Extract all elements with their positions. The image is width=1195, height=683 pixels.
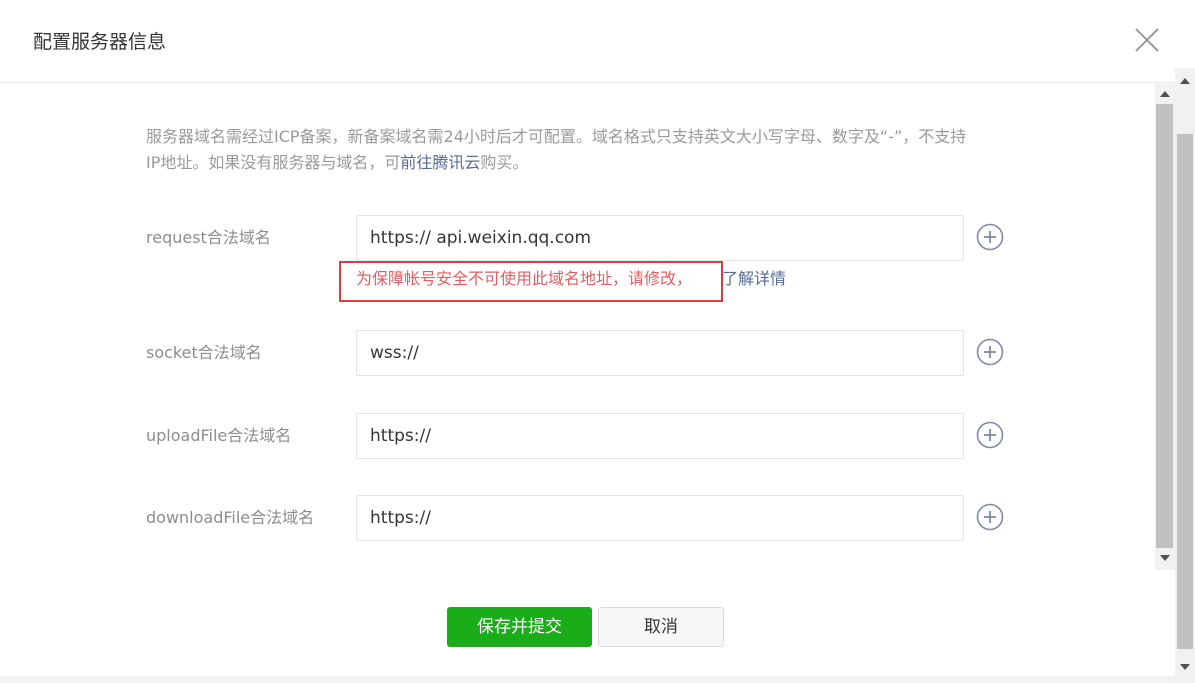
learn-more-link[interactable]: 了解详情 (722, 266, 786, 292)
page-scroll-up-arrow-icon[interactable] (1180, 78, 1190, 84)
description-main: 服务器域名需经过ICP备案，新备案域名需24小时后才可配置。域名格式只支持英文大… (146, 127, 967, 172)
description-suffix: 购买。 (480, 153, 529, 172)
socket-domain-input[interactable] (356, 330, 964, 376)
upload-domain-input[interactable] (356, 413, 964, 459)
download-domain-row: downloadFile合法域名 (0, 495, 1155, 541)
add-upload-domain-icon[interactable] (976, 421, 1004, 449)
upload-domain-label: uploadFile合法域名 (146, 426, 292, 445)
add-download-domain-icon[interactable] (976, 503, 1004, 531)
socket-domain-row: socket合法域名 (0, 330, 1155, 376)
page-bottom-edge (0, 676, 1175, 683)
tencent-cloud-link[interactable]: 前往腾讯云 (400, 153, 480, 172)
add-socket-domain-icon[interactable] (976, 338, 1004, 366)
dialog-footer: 保存并提交 取消 (0, 570, 1155, 683)
close-icon[interactable] (1133, 26, 1161, 54)
download-domain-input[interactable] (356, 495, 964, 541)
description-text: 服务器域名需经过ICP备案，新备案域名需24小时后才可配置。域名格式只支持英文大… (146, 124, 976, 176)
socket-domain-label: socket合法域名 (146, 343, 262, 362)
dialog-header: 配置服务器信息 (0, 0, 1195, 83)
scroll-up-arrow-icon[interactable] (1160, 91, 1170, 97)
request-domain-label: request合法域名 (146, 228, 271, 247)
error-message: 为保障帐号安全不可使用此域名地址，请修改， (356, 269, 693, 288)
upload-domain-row: uploadFile合法域名 (0, 413, 1155, 459)
request-domain-row: request合法域名 (0, 215, 1155, 261)
page-scroll-down-arrow-icon[interactable] (1180, 664, 1190, 670)
page-scrollbar-thumb[interactable] (1177, 134, 1193, 649)
download-domain-label: downloadFile合法域名 (146, 508, 315, 527)
add-request-domain-icon[interactable] (976, 223, 1004, 251)
dialog-body-scrollbar[interactable] (1155, 84, 1175, 570)
save-submit-button[interactable]: 保存并提交 (447, 607, 592, 647)
dialog-body: 服务器域名需经过ICP备案，新备案域名需24小时后才可配置。域名格式只支持英文大… (0, 84, 1155, 570)
page-scrollbar[interactable] (1175, 68, 1195, 683)
cancel-button[interactable]: 取消 (598, 607, 724, 647)
config-server-dialog: 配置服务器信息 服务器域名需经过ICP备案，新备案域名需24小时后才可配置。域名… (0, 0, 1195, 683)
scroll-down-arrow-icon[interactable] (1160, 555, 1170, 561)
scrollbar-thumb[interactable] (1156, 104, 1173, 548)
dialog-title: 配置服务器信息 (33, 31, 167, 53)
request-domain-input[interactable] (356, 215, 964, 261)
